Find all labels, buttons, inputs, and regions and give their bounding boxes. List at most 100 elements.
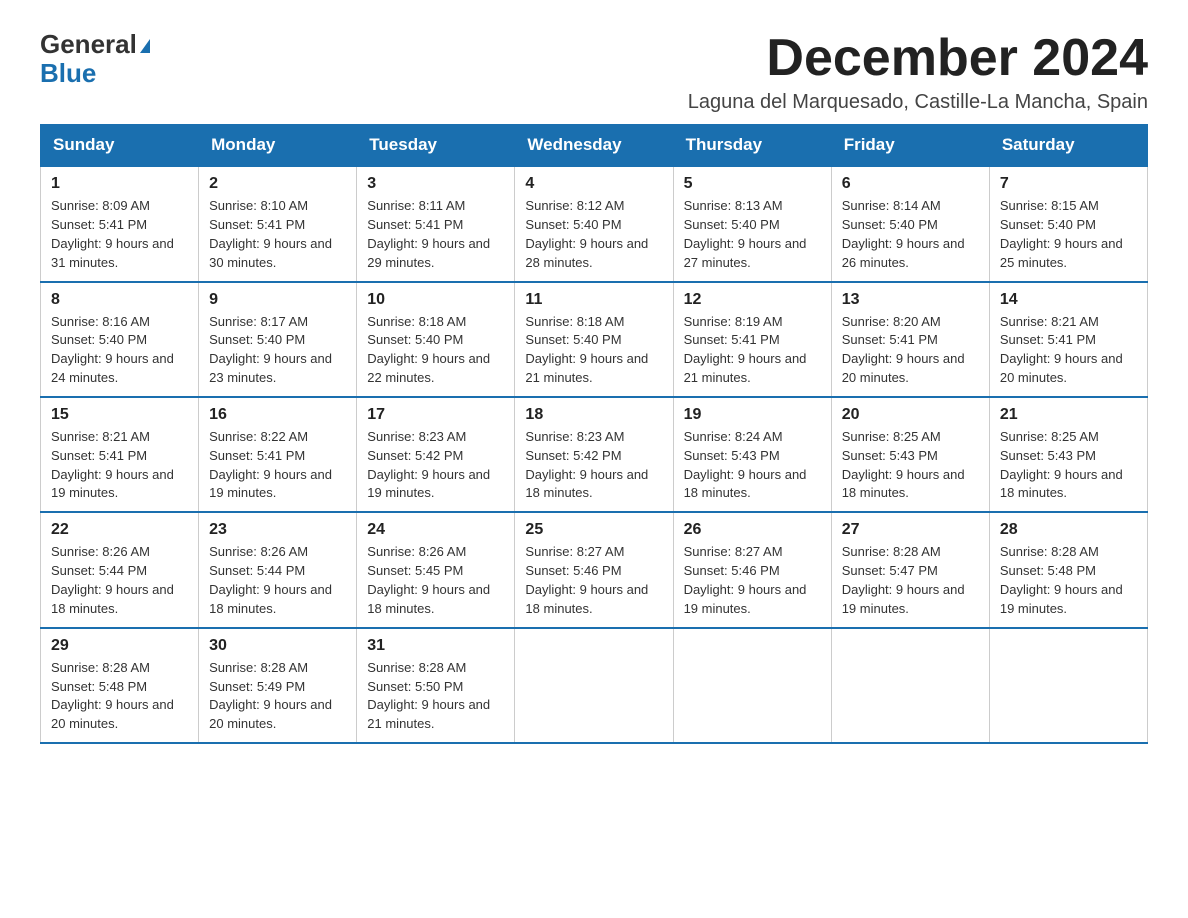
calendar-cell: 15Sunrise: 8:21 AMSunset: 5:41 PMDayligh…	[41, 397, 199, 512]
calendar-cell: 3 Sunrise: 8:11 AMSunset: 5:41 PMDaylight…	[357, 166, 515, 281]
calendar-cell: 18 Sunrise: 8:23 AMSunset: 5:42 PMDayligh…	[515, 397, 673, 512]
calendar-cell: 6 Sunrise: 8:14 AMSunset: 5:40 PMDaylight…	[831, 166, 989, 281]
header-friday: Friday	[831, 125, 989, 167]
calendar-cell: 9Sunrise: 8:17 AMSunset: 5:40 PMDaylight…	[199, 282, 357, 397]
header-monday: Monday	[199, 125, 357, 167]
calendar-table: SundayMondayTuesdayWednesdayThursdayFrid…	[40, 124, 1148, 744]
day-number: 24	[367, 521, 504, 539]
day-info: Sunrise: 8:28 AMSunset: 5:47 PMDaylight:…	[842, 543, 979, 618]
day-number: 5	[684, 175, 821, 193]
day-number: 22	[51, 521, 188, 539]
day-number: 2	[209, 175, 346, 193]
day-number: 27	[842, 521, 979, 539]
day-number: 18	[525, 406, 662, 424]
day-info: Sunrise: 8:16 AMSunset: 5:40 PMDaylight:…	[51, 313, 188, 388]
calendar-header-row: SundayMondayTuesdayWednesdayThursdayFrid…	[41, 125, 1148, 167]
day-info: Sunrise: 8:21 AMSunset: 5:41 PMDaylight:…	[1000, 313, 1137, 388]
day-number: 10	[367, 291, 504, 309]
day-number: 9	[209, 291, 346, 309]
calendar-cell: 29Sunrise: 8:28 AMSunset: 5:48 PMDayligh…	[41, 628, 199, 743]
calendar-cell: 10Sunrise: 8:18 AMSunset: 5:40 PMDayligh…	[357, 282, 515, 397]
day-number: 19	[684, 406, 821, 424]
calendar-week-row: 1Sunrise: 8:09 AMSunset: 5:41 PMDaylight…	[41, 166, 1148, 281]
day-info: Sunrise: 8:15 AMSunset: 5:40 PMDaylight:…	[1000, 197, 1137, 272]
calendar-cell: 26Sunrise: 8:27 AMSunset: 5:46 PMDayligh…	[673, 512, 831, 627]
location-title: Laguna del Marquesado, Castille-La Manch…	[688, 91, 1148, 114]
logo: General Blue	[40, 30, 150, 87]
day-number: 20	[842, 406, 979, 424]
calendar-cell: 13Sunrise: 8:20 AMSunset: 5:41 PMDayligh…	[831, 282, 989, 397]
day-number: 17	[367, 406, 504, 424]
calendar-cell	[515, 628, 673, 743]
day-number: 1	[51, 175, 188, 193]
calendar-week-row: 8 Sunrise: 8:16 AMSunset: 5:40 PMDaylight…	[41, 282, 1148, 397]
day-number: 25	[525, 521, 662, 539]
day-number: 15	[51, 406, 188, 424]
day-info: Sunrise: 8:24 AMSunset: 5:43 PMDaylight:…	[684, 428, 821, 503]
day-number: 21	[1000, 406, 1137, 424]
day-number: 12	[684, 291, 821, 309]
calendar-cell: 23 Sunrise: 8:26 AMSunset: 5:44 PMDayligh…	[199, 512, 357, 627]
calendar-cell: 24 Sunrise: 8:26 AMSunset: 5:45 PMDayligh…	[357, 512, 515, 627]
calendar-cell: 2 Sunrise: 8:10 AMSunset: 5:41 PMDaylight…	[199, 166, 357, 281]
day-number: 28	[1000, 521, 1137, 539]
day-info: Sunrise: 8:27 AMSunset: 5:46 PMDaylight:…	[684, 543, 821, 618]
calendar-week-row: 22 Sunrise: 8:26 AMSunset: 5:44 PMDayligh…	[41, 512, 1148, 627]
day-number: 30	[209, 637, 346, 655]
logo-blue-text: Blue	[40, 59, 150, 88]
calendar-cell: 21 Sunrise: 8:25 AMSunset: 5:43 PMDayligh…	[989, 397, 1147, 512]
day-number: 4	[525, 175, 662, 193]
day-number: 14	[1000, 291, 1137, 309]
logo-triangle-icon	[140, 39, 150, 53]
day-info: Sunrise: 8:25 AMSunset: 5:43 PMDaylight:…	[1000, 428, 1137, 503]
calendar-cell: 11 Sunrise: 8:18 AMSunset: 5:40 PMDayligh…	[515, 282, 673, 397]
logo-general-text: General	[40, 29, 137, 59]
day-number: 23	[209, 521, 346, 539]
day-number: 3	[367, 175, 504, 193]
day-number: 7	[1000, 175, 1137, 193]
day-info: Sunrise: 8:26 AMSunset: 5:45 PMDaylight:…	[367, 543, 504, 618]
day-info: Sunrise: 8:20 AMSunset: 5:41 PMDaylight:…	[842, 313, 979, 388]
header-wednesday: Wednesday	[515, 125, 673, 167]
day-info: Sunrise: 8:10 AMSunset: 5:41 PMDaylight:…	[209, 197, 346, 272]
day-info: Sunrise: 8:18 AMSunset: 5:40 PMDaylight:…	[525, 313, 662, 388]
calendar-cell: 25 Sunrise: 8:27 AMSunset: 5:46 PMDayligh…	[515, 512, 673, 627]
day-info: Sunrise: 8:28 AMSunset: 5:49 PMDaylight:…	[209, 659, 346, 734]
day-info: Sunrise: 8:22 AMSunset: 5:41 PMDaylight:…	[209, 428, 346, 503]
day-number: 8	[51, 291, 188, 309]
day-number: 11	[525, 291, 662, 309]
day-info: Sunrise: 8:19 AMSunset: 5:41 PMDaylight:…	[684, 313, 821, 388]
calendar-cell: 20Sunrise: 8:25 AMSunset: 5:43 PMDayligh…	[831, 397, 989, 512]
calendar-cell: 27 Sunrise: 8:28 AMSunset: 5:47 PMDayligh…	[831, 512, 989, 627]
calendar-week-row: 29Sunrise: 8:28 AMSunset: 5:48 PMDayligh…	[41, 628, 1148, 743]
day-info: Sunrise: 8:27 AMSunset: 5:46 PMDaylight:…	[525, 543, 662, 618]
calendar-cell: 7 Sunrise: 8:15 AMSunset: 5:40 PMDaylight…	[989, 166, 1147, 281]
calendar-cell: 19 Sunrise: 8:24 AMSunset: 5:43 PMDayligh…	[673, 397, 831, 512]
month-title: December 2024	[688, 30, 1148, 87]
header-tuesday: Tuesday	[357, 125, 515, 167]
calendar-cell: 28 Sunrise: 8:28 AMSunset: 5:48 PMDayligh…	[989, 512, 1147, 627]
day-number: 6	[842, 175, 979, 193]
calendar-cell: 17 Sunrise: 8:23 AMSunset: 5:42 PMDayligh…	[357, 397, 515, 512]
calendar-cell	[673, 628, 831, 743]
day-number: 31	[367, 637, 504, 655]
day-info: Sunrise: 8:12 AMSunset: 5:40 PMDaylight:…	[525, 197, 662, 272]
day-info: Sunrise: 8:26 AMSunset: 5:44 PMDaylight:…	[209, 543, 346, 618]
day-number: 29	[51, 637, 188, 655]
calendar-cell: 31 Sunrise: 8:28 AMSunset: 5:50 PMDayligh…	[357, 628, 515, 743]
title-area: December 2024 Laguna del Marquesado, Cas…	[688, 30, 1148, 114]
calendar-cell: 14 Sunrise: 8:21 AMSunset: 5:41 PMDayligh…	[989, 282, 1147, 397]
day-info: Sunrise: 8:28 AMSunset: 5:50 PMDaylight:…	[367, 659, 504, 734]
day-info: Sunrise: 8:13 AMSunset: 5:40 PMDaylight:…	[684, 197, 821, 272]
calendar-week-row: 15Sunrise: 8:21 AMSunset: 5:41 PMDayligh…	[41, 397, 1148, 512]
header-thursday: Thursday	[673, 125, 831, 167]
calendar-cell: 30 Sunrise: 8:28 AMSunset: 5:49 PMDayligh…	[199, 628, 357, 743]
day-info: Sunrise: 8:28 AMSunset: 5:48 PMDaylight:…	[1000, 543, 1137, 618]
calendar-cell: 22 Sunrise: 8:26 AMSunset: 5:44 PMDayligh…	[41, 512, 199, 627]
day-info: Sunrise: 8:11 AMSunset: 5:41 PMDaylight:…	[367, 197, 504, 272]
day-info: Sunrise: 8:23 AMSunset: 5:42 PMDaylight:…	[525, 428, 662, 503]
day-info: Sunrise: 8:23 AMSunset: 5:42 PMDaylight:…	[367, 428, 504, 503]
day-info: Sunrise: 8:26 AMSunset: 5:44 PMDaylight:…	[51, 543, 188, 618]
calendar-cell: 1Sunrise: 8:09 AMSunset: 5:41 PMDaylight…	[41, 166, 199, 281]
day-info: Sunrise: 8:14 AMSunset: 5:40 PMDaylight:…	[842, 197, 979, 272]
